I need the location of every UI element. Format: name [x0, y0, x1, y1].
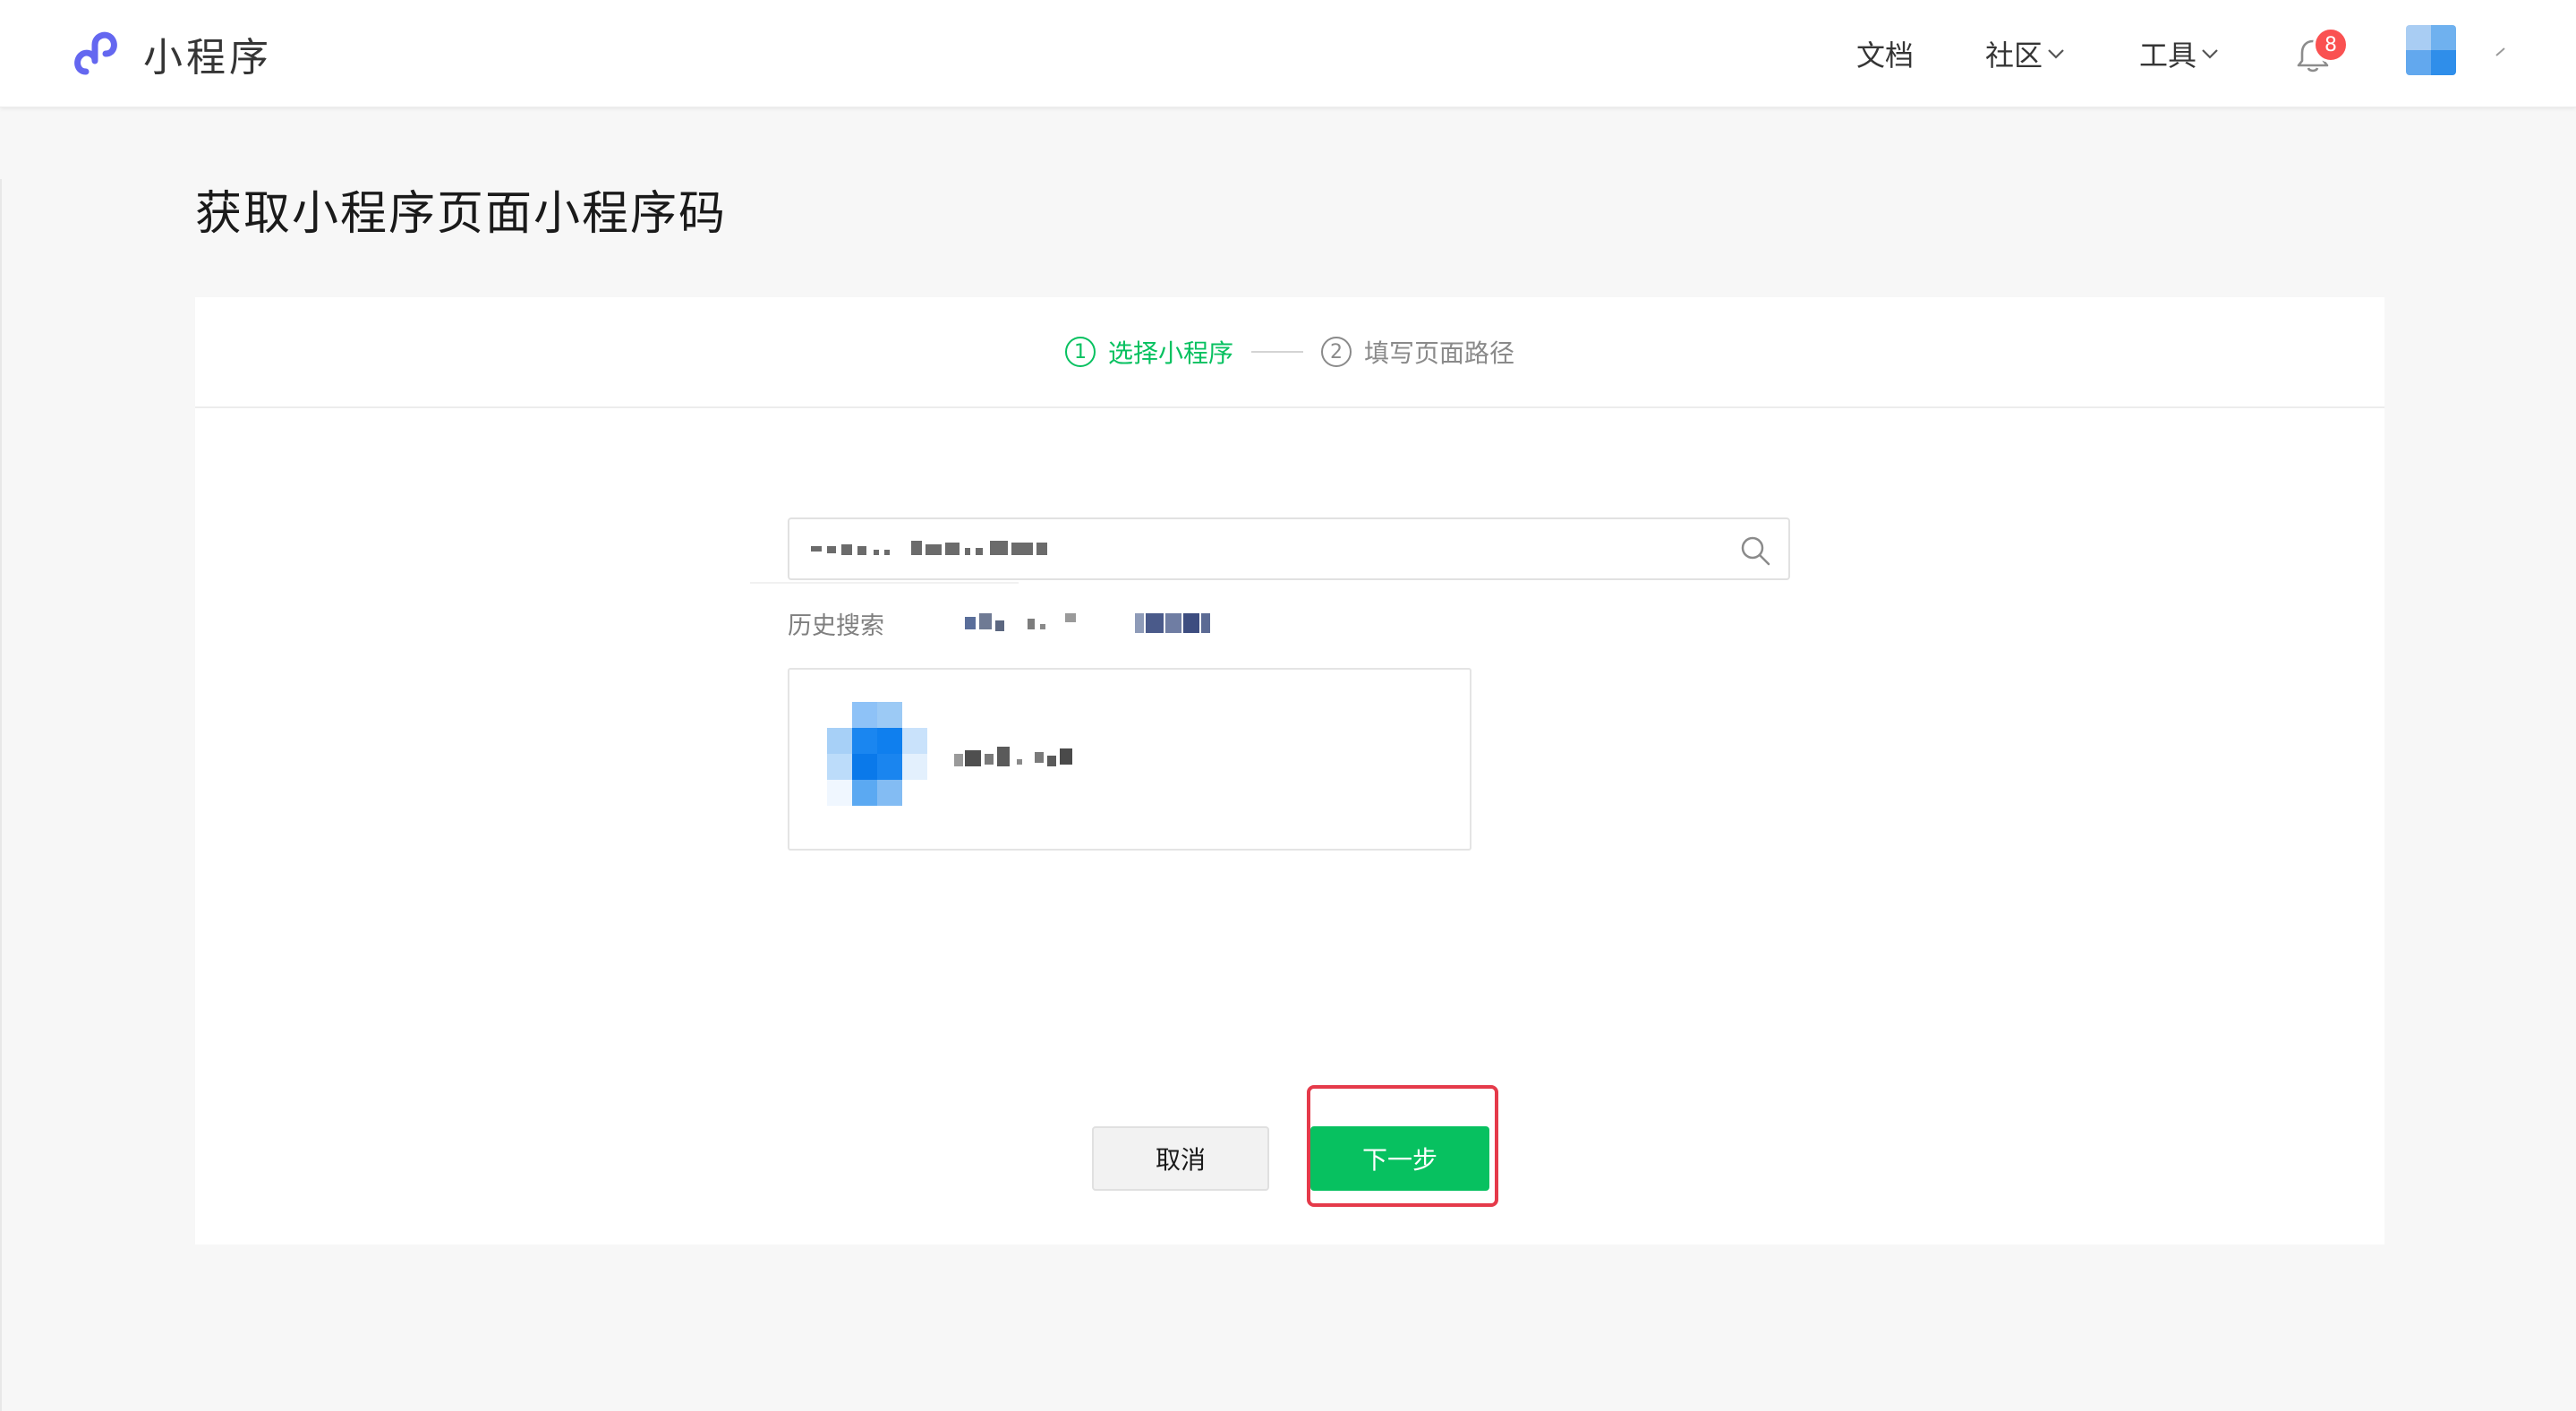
step-1: 1 选择小程序 — [1064, 334, 1233, 370]
cancel-button-label: 取消 — [1155, 1145, 1206, 1175]
nav-tools-label: 工具 — [2139, 38, 2197, 73]
mini-program-avatar — [827, 702, 927, 806]
next-step-button[interactable]: 下一步 — [1310, 1126, 1489, 1191]
mini-program-logo-icon — [74, 31, 117, 75]
cancel-button[interactable]: 取消 — [1092, 1126, 1269, 1191]
step-number: 1 — [1064, 337, 1096, 367]
nav-tools-dropdown[interactable]: 工具 — [2139, 32, 2220, 75]
steps-indicator: 1 选择小程序 2 填写页面路径 — [195, 297, 2384, 408]
nav-community-label: 社区 — [1985, 38, 2043, 73]
search-value-redacted — [811, 535, 1079, 564]
main-card: 1 选择小程序 2 填写页面路径 历史搜索 取消 下一步 — [195, 297, 2384, 1244]
top-navigation-bar: 小程序 文档 社区 工具 8 — [0, 0, 2576, 107]
step-2: 2 填写页面路径 — [1321, 334, 1514, 370]
search-input[interactable] — [788, 517, 1790, 580]
search-focus-shadow — [750, 582, 1019, 584]
app-logo[interactable]: 小程序 — [68, 25, 272, 82]
search-history: 历史搜索 — [788, 605, 1224, 641]
user-avatar[interactable] — [2406, 25, 2456, 75]
page-title: 获取小程序页面小程序码 — [195, 187, 728, 241]
step-number: 2 — [1321, 337, 1352, 367]
notification-badge: 8 — [2313, 27, 2349, 63]
app-title: 小程序 — [143, 35, 272, 81]
step-label: 填写页面路径 — [1364, 338, 1515, 368]
step-connector — [1251, 351, 1303, 353]
next-step-button-label: 下一步 — [1361, 1145, 1437, 1175]
chevron-down-icon — [2202, 49, 2218, 59]
history-label: 历史搜索 — [788, 611, 884, 640]
nav-docs[interactable]: 文档 — [1856, 32, 1914, 75]
mini-program-result-item[interactable] — [788, 668, 1471, 851]
history-item-redacted[interactable] — [1135, 610, 1224, 637]
history-item-redacted[interactable] — [965, 610, 1090, 637]
avatar-menu-caret-icon[interactable] — [2494, 45, 2508, 59]
mini-program-name-redacted — [954, 743, 1097, 775]
search-icon[interactable] — [1740, 535, 1770, 566]
nav-community-dropdown[interactable]: 社区 — [1985, 32, 2066, 75]
step-label: 选择小程序 — [1107, 338, 1233, 368]
left-divider — [0, 179, 2, 1411]
nav-docs-label: 文档 — [1856, 38, 1915, 73]
chevron-down-icon — [2048, 49, 2064, 59]
